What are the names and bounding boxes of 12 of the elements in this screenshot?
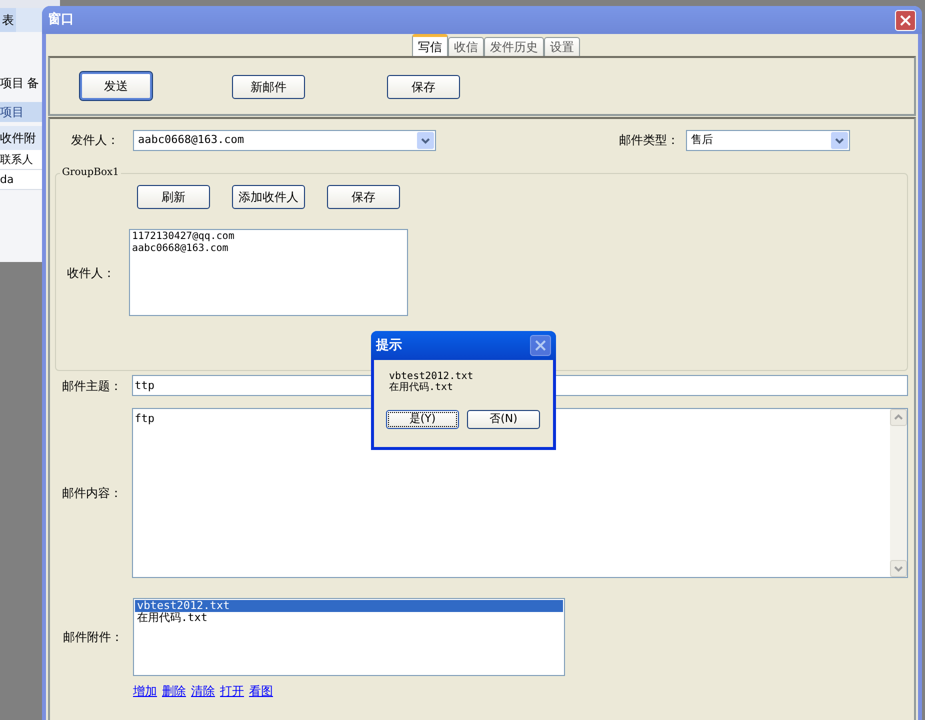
body-label: 邮件内容：	[61, 485, 123, 502]
dialog-message: vbtest2012.txt	[389, 371, 474, 382]
mail-type-label: 邮件类型：	[619, 132, 680, 149]
window-title: 窗口	[48, 10, 74, 30]
attachments-label: 邮件附件：	[62, 629, 124, 646]
dialog-message: 在用代码.txt	[389, 382, 454, 393]
dialog-title: 提示	[376, 336, 402, 355]
recipients-label: 收件人：	[66, 264, 116, 282]
group-box-title: GroupBox1	[60, 166, 122, 180]
column-header: 收件附	[0, 130, 36, 147]
subject-label: 邮件主题：	[61, 378, 123, 394]
sender-label: 发件人：	[70, 132, 120, 149]
